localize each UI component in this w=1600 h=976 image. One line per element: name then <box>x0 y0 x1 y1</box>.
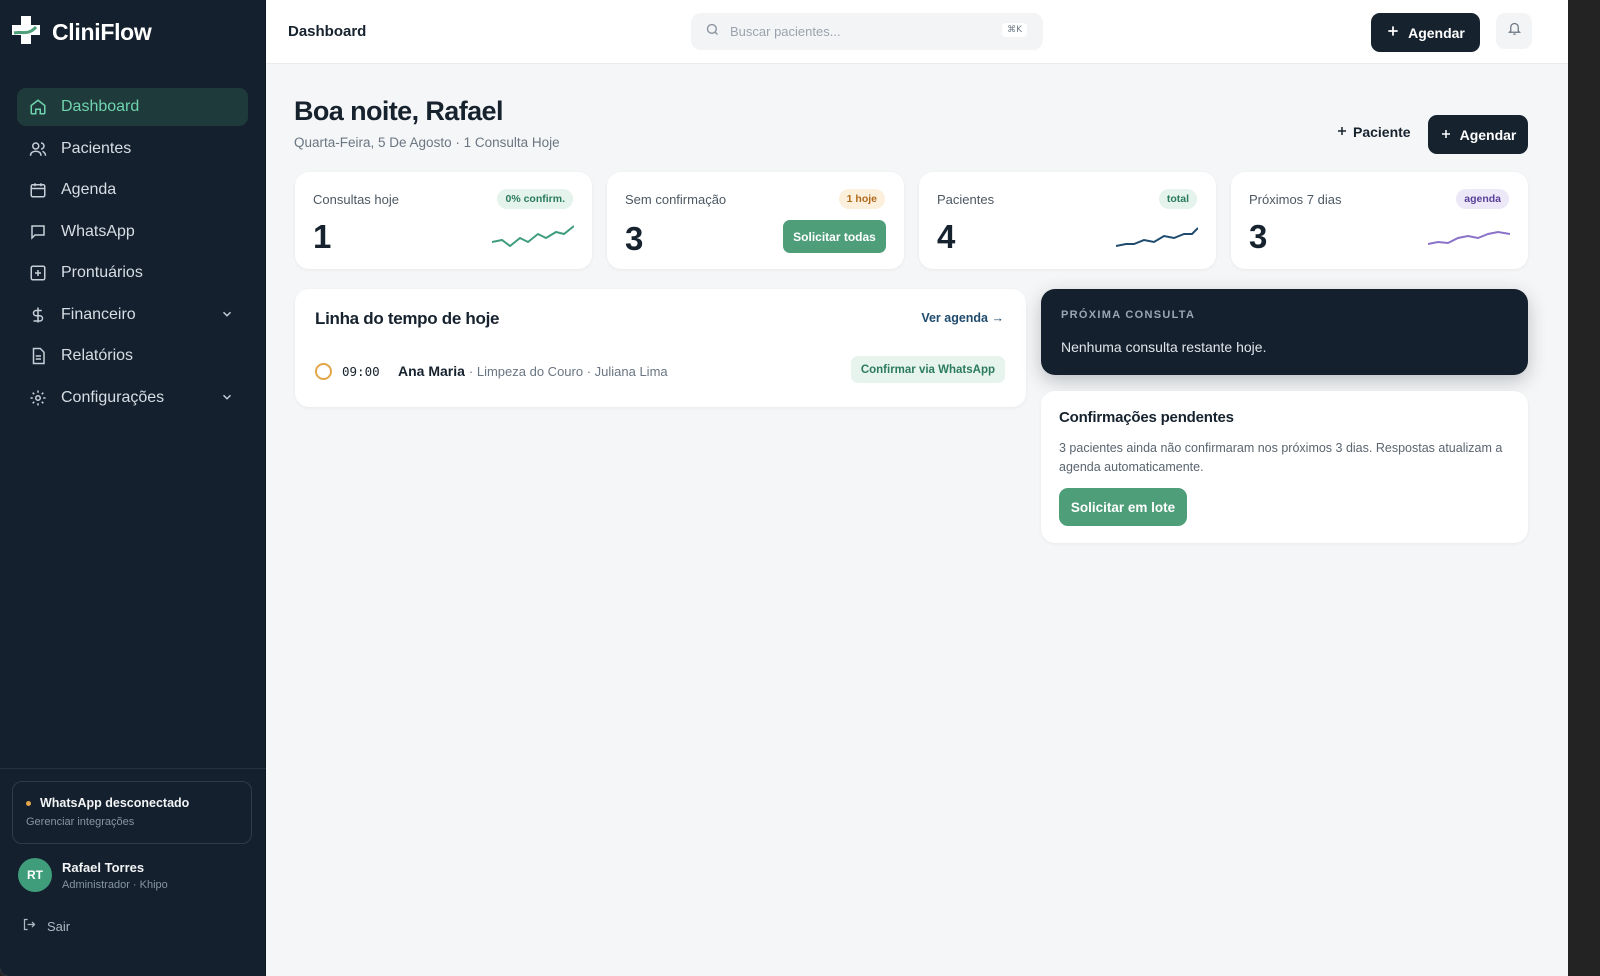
stat-value: 1 <box>313 218 332 255</box>
agendar-button-header[interactable]: Agendar <box>1428 115 1528 154</box>
confirm-whatsapp-button[interactable]: Confirmar via WhatsApp <box>850 356 1005 383</box>
sidebar-item-whatsapp[interactable]: WhatsApp <box>17 213 248 251</box>
sparkline-chart <box>492 225 574 248</box>
stat-badge: 1 hoje <box>838 189 885 209</box>
manage-integrations-link[interactable]: Gerenciar integrações <box>26 816 238 828</box>
topbar: Dashboard ⌘K Agendar <box>266 0 1568 64</box>
add-patient-button[interactable]: Paciente <box>1336 124 1411 140</box>
chevron-down-icon[interactable] <box>220 390 234 409</box>
search-shortcut: ⌘K <box>1002 23 1027 37</box>
user-role: Administrador · Khipo <box>62 878 168 891</box>
sidebar-item-label: Financeiro <box>61 305 136 323</box>
users-icon <box>28 139 48 159</box>
sidebar-item-agenda[interactable]: Agenda <box>17 171 248 209</box>
sidebar-item-label: Agenda <box>61 181 117 198</box>
stat-badge: total <box>1158 189 1197 209</box>
plus-icon <box>1386 24 1400 41</box>
appointment-time: 09:00 <box>342 363 380 379</box>
sidebar-item-label: Dashboard <box>61 98 140 115</box>
stat-value: 4 <box>937 218 956 255</box>
sidebar-item-label: WhatsApp <box>61 222 135 240</box>
view-agenda-link[interactable]: Ver agenda → <box>921 311 1004 325</box>
sparkline-chart <box>1116 227 1198 247</box>
next-appointment-label: PRÓXIMA CONSULTA <box>1061 309 1196 321</box>
plus-square-icon <box>28 263 48 283</box>
logout-icon <box>22 917 47 935</box>
sidebar-item-prontuarios[interactable]: Prontuários <box>17 254 248 292</box>
calendar-icon <box>28 180 48 200</box>
stat-card-pacientes[interactable]: Pacientes 4 total <box>919 172 1216 269</box>
stat-label: Próximos 7 dias <box>1249 192 1342 207</box>
date-subtitle: Quarta-Feira, 5 De Agosto · 1 Consulta H… <box>294 135 560 150</box>
stat-card-consultas-hoje[interactable]: Consultas hoje 1 0% confirm. <box>295 172 592 269</box>
sidebar-item-label: Pacientes <box>61 139 132 157</box>
sidebar-item-pacientes[interactable]: Pacientes <box>17 130 248 168</box>
bell-icon <box>1507 21 1522 41</box>
appointment-meta: · Limpeza do Couro · Juliana Lima <box>468 363 668 379</box>
stat-label: Pacientes <box>937 192 995 207</box>
sidebar-item-label: Relatórios <box>61 347 134 364</box>
sparkline-chart <box>1428 230 1510 245</box>
stat-label: Consultas hoje <box>313 192 399 207</box>
stat-badge: 0% confirm. <box>497 189 573 209</box>
stat-card-proximos-7-dias[interactable]: Próximos 7 dias 3 agenda <box>1231 172 1528 269</box>
user-profile[interactable]: RT Rafael Torres Administrador · Khipo <box>18 858 168 892</box>
sidebar-item-relatorios[interactable]: Relatórios <box>17 337 248 375</box>
next-appointment-card: PRÓXIMA CONSULTA Nenhuma consulta restan… <box>1041 289 1528 375</box>
whatsapp-status-card[interactable]: WhatsApp desconectado Gerenciar integraç… <box>12 781 252 844</box>
gear-icon <box>28 388 48 408</box>
chevron-down-icon[interactable] <box>220 307 234 326</box>
next-appointment-text: Nenhuma consulta restante hoje. <box>1061 339 1267 355</box>
whatsapp-status-title: WhatsApp desconectado <box>40 796 190 810</box>
pending-title: Confirmações pendentes <box>1059 409 1234 426</box>
greeting: Boa noite, Rafael <box>294 96 503 126</box>
pending-text: 3 pacientes ainda não confirmaram nos pr… <box>1059 441 1503 474</box>
user-name: Rafael Torres <box>62 859 145 875</box>
search-bar[interactable]: ⌘K <box>691 13 1043 50</box>
status-dot <box>315 362 332 380</box>
plus-icon <box>1440 127 1452 143</box>
pending-confirmations-card: Confirmações pendentes 3 pacientes ainda… <box>1041 391 1528 543</box>
stat-label: Sem confirmação <box>625 192 727 207</box>
sidebar-item-dashboard[interactable]: Dashboard <box>17 88 248 126</box>
request-all-button[interactable]: Solicitar todas <box>783 220 886 253</box>
avatar: RT <box>18 858 52 892</box>
timeline-card: Linha do tempo de hoje Ver agenda → 09:0… <box>295 289 1026 407</box>
sidebar-divider <box>0 768 266 769</box>
stat-value: 3 <box>1249 218 1268 255</box>
document-icon <box>28 346 48 366</box>
page-title: Dashboard <box>288 23 367 40</box>
home-icon <box>28 97 48 117</box>
stat-value: 3 <box>625 220 644 257</box>
dollar-icon <box>28 305 48 325</box>
agendar-button[interactable]: Agendar <box>1371 13 1480 52</box>
sidebar-item-label: Prontuários <box>61 264 143 281</box>
stat-badge: agenda <box>1456 189 1509 209</box>
main-content: Dashboard ⌘K Agendar Boa noite, Rafa <box>266 0 1568 976</box>
search-input[interactable] <box>730 24 990 39</box>
status-dot <box>26 800 31 806</box>
logout-button[interactable]: Sair <box>22 917 70 935</box>
logo[interactable]: CliniFlow <box>10 14 152 51</box>
chat-icon <box>28 222 48 242</box>
sidebar-item-financeiro[interactable]: Financeiro <box>17 296 248 334</box>
sidebar-nav: Dashboard Pacientes Agenda WhatsApp Pron… <box>17 88 248 420</box>
sidebar-item-configuracoes[interactable]: Configurações <box>17 379 248 417</box>
app-window: CliniFlow Dashboard Pacientes Agenda Wha… <box>0 0 1568 976</box>
search-icon <box>705 22 720 42</box>
timeline-title: Linha do tempo de hoje <box>315 309 500 328</box>
patient-name: Ana Maria <box>398 363 465 379</box>
plus-icon <box>1336 124 1348 140</box>
timeline-row[interactable]: 09:00 Ana Maria · Limpeza do Couro · Jul… <box>315 356 1005 386</box>
app-name: CliniFlow <box>52 19 152 45</box>
stat-card-sem-confirmacao[interactable]: Sem confirmação 3 1 hoje Solicitar todas <box>607 172 904 269</box>
request-batch-button[interactable]: Solicitar em lote <box>1059 488 1187 526</box>
logout-label: Sair <box>47 918 71 934</box>
sidebar-item-label: Configurações <box>61 388 165 406</box>
window-edge <box>1568 0 1600 976</box>
notifications-button[interactable] <box>1496 13 1532 49</box>
logo-icon <box>10 14 46 51</box>
sidebar: CliniFlow Dashboard Pacientes Agenda Wha… <box>0 0 266 976</box>
